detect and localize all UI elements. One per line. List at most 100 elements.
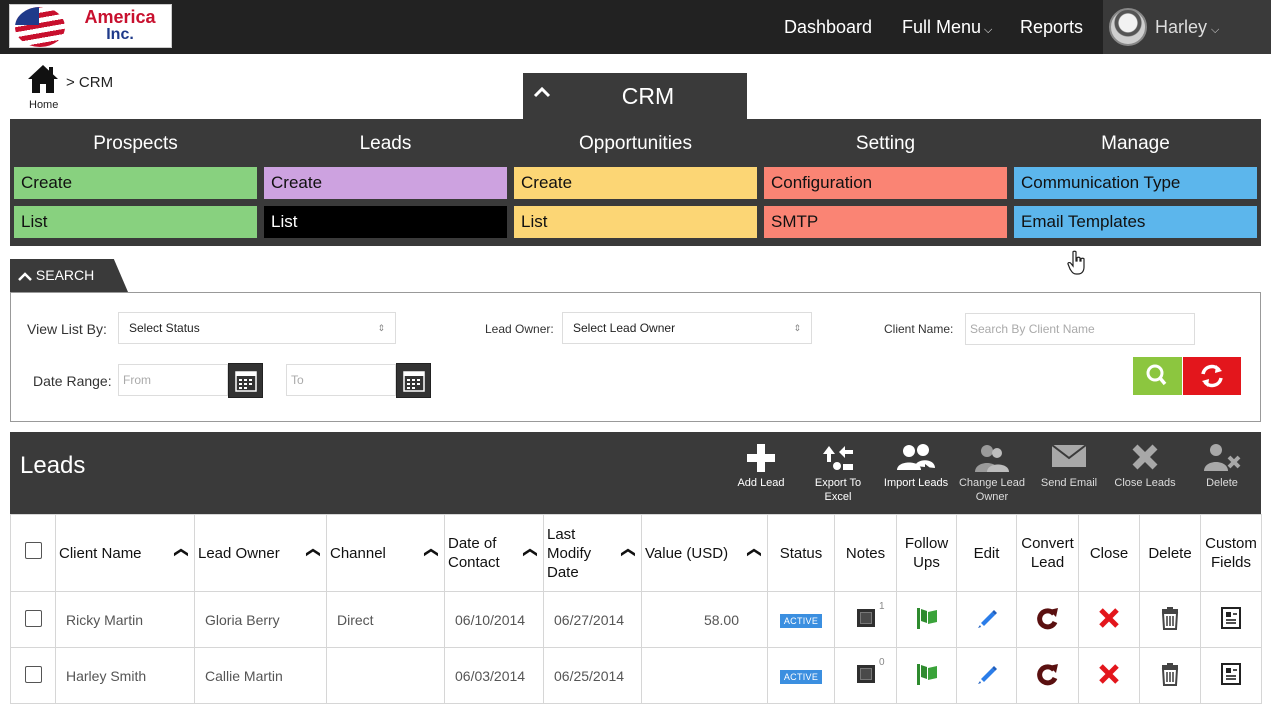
table-row[interactable]: Harley Smith Callie Martin 06/03/2014 06/25… bbox=[10, 647, 1262, 704]
form-icon[interactable] bbox=[1220, 663, 1242, 689]
crm-tab[interactable]: CRM bbox=[523, 73, 747, 119]
send-email-button[interactable]: Send Email bbox=[1036, 432, 1102, 514]
status-select[interactable]: Select Status ⇕ bbox=[118, 312, 396, 344]
change-lead-owner-button[interactable]: Change Lead Owner bbox=[954, 432, 1030, 514]
sort-arrow-icon[interactable]: ❯ bbox=[171, 547, 190, 559]
form-icon[interactable] bbox=[1220, 607, 1242, 633]
date-to-input[interactable]: To bbox=[286, 364, 396, 396]
notes-count: 0 bbox=[878, 657, 885, 668]
plus-icon bbox=[730, 432, 792, 476]
users-icon bbox=[878, 432, 954, 476]
breadcrumb-home[interactable]: Home bbox=[29, 99, 58, 111]
smtp-button[interactable]: SMTP bbox=[764, 206, 1007, 238]
leads-list-button[interactable]: List bbox=[264, 206, 507, 238]
trash-icon[interactable] bbox=[1159, 607, 1181, 633]
value-cell: 58.00 bbox=[641, 591, 768, 648]
lead-owner-select-value: Select Lead Owner bbox=[573, 321, 676, 335]
close-icon[interactable] bbox=[1097, 664, 1121, 689]
date-from-input[interactable]: From bbox=[118, 364, 228, 396]
trash-icon[interactable] bbox=[1159, 663, 1181, 689]
flag-icon[interactable] bbox=[914, 608, 940, 634]
nav-full-menu[interactable]: Full Menu ⌵ bbox=[902, 0, 992, 54]
opportunities-list-button[interactable]: List bbox=[514, 206, 757, 238]
crm-column-setting: Setting Configuration SMTP bbox=[764, 119, 1007, 245]
close-leads-button[interactable]: Close Leads bbox=[1110, 432, 1180, 514]
export-icon bbox=[808, 432, 868, 476]
close-icon bbox=[1110, 432, 1180, 476]
pencil-icon[interactable] bbox=[975, 610, 999, 633]
col-custom-fields: Custom Fields bbox=[1200, 514, 1262, 592]
delete-leads-button[interactable]: Delete bbox=[1194, 432, 1250, 514]
calendar-icon[interactable] bbox=[396, 363, 431, 398]
delete-label: Delete bbox=[1206, 477, 1238, 489]
col-date-of-contact[interactable]: Date of Contact ❯ bbox=[444, 514, 544, 592]
status-badge: ACTIVE bbox=[779, 670, 823, 684]
breadcrumb-current: > CRM bbox=[66, 74, 114, 91]
lead-owner-select[interactable]: Select Lead Owner ⇕ bbox=[562, 312, 812, 344]
row-checkbox[interactable] bbox=[24, 609, 42, 627]
nav-full-menu-label: Full Menu bbox=[902, 17, 982, 37]
client-name-input[interactable]: Search By Client Name bbox=[965, 313, 1195, 345]
import-leads-button[interactable]: Import Leads bbox=[878, 432, 954, 514]
table-row[interactable]: Ricky Martin Gloria Berry Direct 06/10/2014… bbox=[10, 591, 1262, 648]
notes-icon[interactable]: 0 bbox=[855, 657, 885, 688]
view-list-label: View List By: bbox=[27, 321, 107, 337]
row-checkbox[interactable] bbox=[24, 665, 42, 683]
crm-column-manage: Manage Communication Type Email Template… bbox=[1014, 119, 1257, 245]
search-panel: View List By: Select Status ⇕ Lead Owner… bbox=[10, 292, 1261, 422]
avatar bbox=[1109, 8, 1147, 46]
convert-icon[interactable] bbox=[1034, 608, 1062, 635]
convert-icon[interactable] bbox=[1034, 664, 1062, 691]
col-channel[interactable]: Channel ❯ bbox=[326, 514, 445, 592]
nav-dashboard[interactable]: Dashboard bbox=[784, 0, 872, 54]
notes-cell: 1 bbox=[834, 591, 897, 648]
export-excel-button[interactable]: Export To Excel bbox=[808, 432, 868, 514]
leads-create-button[interactable]: Create bbox=[264, 167, 507, 199]
flag-icon[interactable] bbox=[914, 664, 940, 690]
reset-button[interactable] bbox=[1183, 357, 1241, 395]
client-name-label: Client Name: bbox=[884, 322, 954, 336]
sort-arrow-icon[interactable]: ❯ bbox=[520, 547, 539, 559]
configuration-button[interactable]: Configuration bbox=[764, 167, 1007, 199]
opportunities-create-button[interactable]: Create bbox=[514, 167, 757, 199]
prospects-list-button[interactable]: List bbox=[14, 206, 257, 238]
crm-column-leads: Leads Create List bbox=[264, 119, 507, 245]
crm-tab-label: CRM bbox=[621, 83, 675, 109]
pencil-icon[interactable] bbox=[975, 666, 999, 689]
logo-line-2: Inc. bbox=[106, 26, 134, 43]
sort-arrow-icon[interactable]: ❯ bbox=[618, 547, 637, 559]
prospects-create-button[interactable]: Create bbox=[14, 167, 257, 199]
top-navbar: America Inc. Dashboard Full Menu ⌵ Report… bbox=[0, 0, 1271, 54]
sort-arrow-icon[interactable]: ❯ bbox=[744, 547, 763, 559]
search-toggle-tab[interactable]: SEARCH bbox=[10, 259, 128, 292]
home-icon[interactable] bbox=[27, 63, 59, 95]
import-label: Import Leads bbox=[883, 477, 949, 489]
user-menu[interactable]: Harley ⌵ bbox=[1103, 0, 1271, 54]
communication-type-button[interactable]: Communication Type bbox=[1014, 167, 1257, 199]
search-button[interactable] bbox=[1133, 357, 1182, 395]
select-all-checkbox[interactable] bbox=[24, 542, 42, 559]
notes-icon[interactable]: 1 bbox=[855, 601, 885, 632]
col-client-name[interactable]: Client Name ❯ bbox=[55, 514, 195, 592]
select-arrows-icon: ⇕ bbox=[793, 323, 801, 333]
close-icon[interactable] bbox=[1097, 608, 1121, 633]
col-lead-owner[interactable]: Lead Owner ❯ bbox=[194, 514, 327, 592]
convert-cell bbox=[1016, 647, 1079, 704]
col-last-modify-date[interactable]: Last Modify Date ❯ bbox=[543, 514, 642, 592]
change-owner-label-1: Change Lead bbox=[958, 477, 1026, 489]
select-all-checkbox-cell bbox=[10, 514, 56, 592]
hand-cursor-icon bbox=[1067, 250, 1085, 275]
sort-arrow-icon[interactable]: ❯ bbox=[421, 547, 440, 559]
nav-reports[interactable]: Reports bbox=[1020, 0, 1083, 54]
add-lead-button[interactable]: Add Lead bbox=[730, 432, 792, 514]
col-value[interactable]: Value (USD) ❯ bbox=[641, 514, 768, 592]
email-templates-button[interactable]: Email Templates bbox=[1014, 206, 1257, 238]
client-name-cell[interactable]: Ricky Martin bbox=[55, 591, 195, 648]
crm-column-opportunities: Opportunities Create List bbox=[514, 119, 757, 245]
sort-arrow-icon[interactable]: ❯ bbox=[303, 547, 322, 559]
client-name-cell[interactable]: Harley Smith bbox=[55, 647, 195, 704]
crm-column-prospects: Prospects Create List bbox=[14, 119, 257, 245]
crm-menu-panel: Prospects Create List Leads Create List … bbox=[10, 119, 1261, 246]
calendar-icon[interactable] bbox=[228, 363, 263, 398]
company-logo[interactable]: America Inc. bbox=[9, 4, 172, 48]
